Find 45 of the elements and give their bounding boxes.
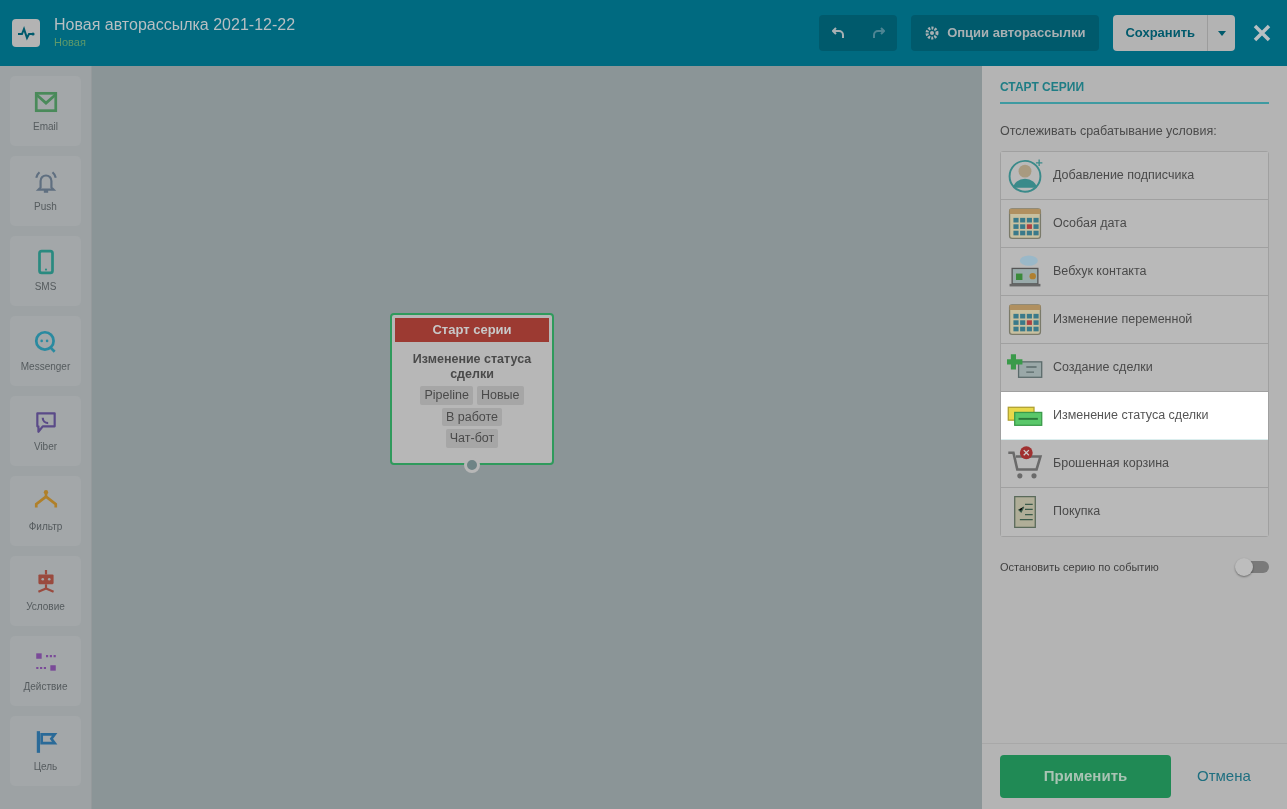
calendar-icon bbox=[1007, 205, 1043, 242]
trigger-item[interactable]: Вебхук контакта bbox=[1001, 247, 1268, 296]
panel-heading: СТАРТ СЕРИИ bbox=[1000, 78, 1269, 104]
tool-button[interactable]: Push bbox=[10, 156, 81, 226]
tag: Чат-бот bbox=[445, 429, 499, 448]
automation-title: Новая авторассылка 2021-12-22 bbox=[54, 15, 297, 35]
apply-button[interactable]: Применить bbox=[1000, 755, 1171, 798]
trigger-item[interactable]: Особая дата bbox=[1001, 199, 1268, 248]
trigger-item[interactable]: Изменение переменной bbox=[1001, 295, 1268, 344]
tool-button[interactable]: Messenger bbox=[10, 316, 81, 386]
settings-icon bbox=[925, 26, 940, 40]
trigger-item[interactable]: Добавление подписчика bbox=[1001, 151, 1268, 200]
tag: Новые bbox=[476, 385, 524, 405]
tool-button[interactable]: Фильтр bbox=[10, 476, 81, 546]
trigger-item[interactable]: Создание сделки bbox=[1001, 343, 1268, 392]
tool-button[interactable]: Viber bbox=[10, 396, 81, 466]
node-title: Изменение статуса сделки bbox=[411, 351, 533, 383]
calendar-icon bbox=[1007, 301, 1043, 338]
start-node[interactable]: Старт серии Изменение статуса сделки Pipeline Новые В работе Чат-бот bbox=[390, 313, 554, 465]
trigger-item[interactable]: Брошенная корзина bbox=[1001, 439, 1268, 488]
output-port[interactable] bbox=[464, 457, 480, 473]
tool-button[interactable]: Действие bbox=[10, 636, 81, 706]
user-add-icon bbox=[1007, 157, 1043, 194]
tool-button[interactable]: SMS bbox=[10, 236, 81, 306]
options-button[interactable]: Опции авторассылки bbox=[911, 15, 1100, 51]
trigger-item[interactable]: Изменение статуса сделки bbox=[1001, 391, 1268, 440]
trigger-prompt: Отслеживать срабатывание условия: bbox=[1000, 123, 1218, 140]
tool-button[interactable]: Email bbox=[10, 76, 81, 146]
logo-icon bbox=[12, 19, 40, 47]
caret-icon bbox=[1217, 30, 1226, 36]
tool-button[interactable]: Условие bbox=[10, 556, 81, 626]
undo-icon bbox=[831, 26, 846, 40]
toggle-label: Остановить серию по событию bbox=[1000, 559, 1159, 575]
tool-button[interactable]: Цель bbox=[10, 716, 81, 786]
cancel-link[interactable]: Отмена bbox=[1197, 765, 1251, 788]
stop-toggle[interactable] bbox=[1237, 561, 1269, 573]
save-menu-button[interactable] bbox=[1207, 15, 1235, 51]
status-label: Новая bbox=[54, 35, 87, 51]
redo-icon bbox=[870, 26, 885, 40]
undo-button[interactable] bbox=[819, 15, 859, 51]
tag: Pipeline bbox=[420, 385, 473, 405]
save-button[interactable]: Сохранить bbox=[1113, 15, 1207, 51]
node-header: Старт серии bbox=[395, 318, 549, 342]
trigger-item[interactable]: Покупка bbox=[1001, 487, 1268, 536]
tag: В работе bbox=[441, 407, 503, 427]
